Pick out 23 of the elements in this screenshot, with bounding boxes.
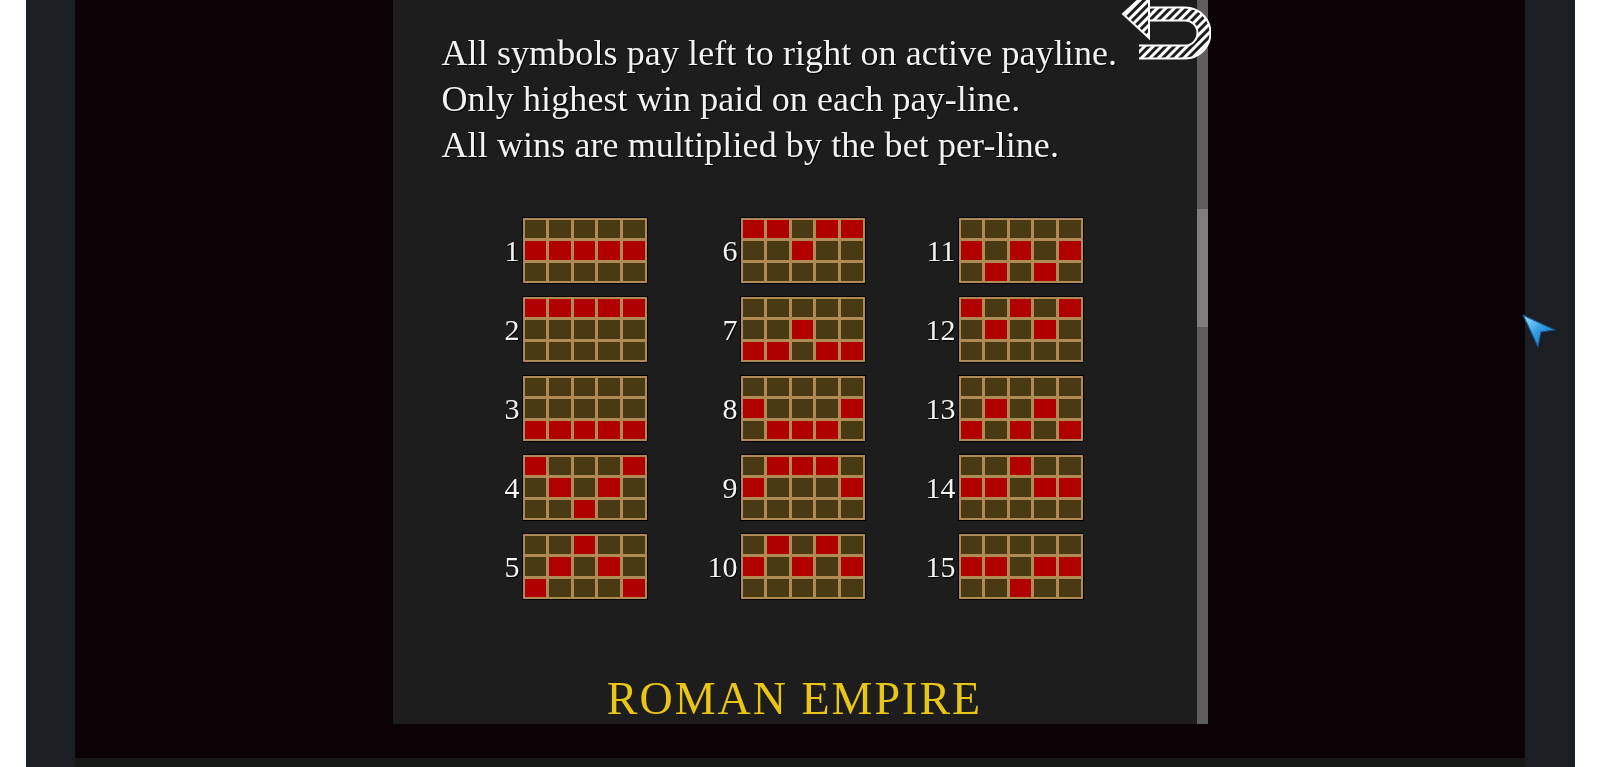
scrollbar-track[interactable]	[1196, 0, 1208, 724]
payline-number: 13	[925, 391, 956, 426]
payline-number: 7	[722, 312, 738, 347]
payline-number: 11	[926, 233, 956, 268]
payline-number: 4	[504, 470, 520, 505]
scrollbar-thumb[interactable]	[1196, 209, 1208, 327]
payline-number: 14	[925, 470, 956, 505]
rule-text: All wins are multiplied by the bet per-line.	[441, 124, 1061, 167]
game-title: ROMAN EMPIRE	[606, 676, 983, 722]
payline-number: 15	[925, 549, 956, 584]
payline-number: 1	[504, 233, 520, 268]
payline-number: 10	[707, 549, 738, 584]
cursor-icon	[1522, 313, 1557, 349]
payline-number: 2	[504, 312, 520, 347]
rule-text: All symbols pay left to right on active payline.	[441, 32, 1118, 75]
payline-number: 5	[504, 549, 520, 584]
payline-number: 9	[722, 470, 738, 505]
payline-number: 8	[722, 391, 738, 426]
return-arrow-icon[interactable]	[1120, 0, 1211, 63]
payline-number: 3	[504, 391, 520, 426]
payline-number: 6	[722, 233, 738, 268]
payline-number: 12	[925, 312, 956, 347]
rule-text: Only highest win paid on each pay-line.	[441, 78, 1022, 121]
